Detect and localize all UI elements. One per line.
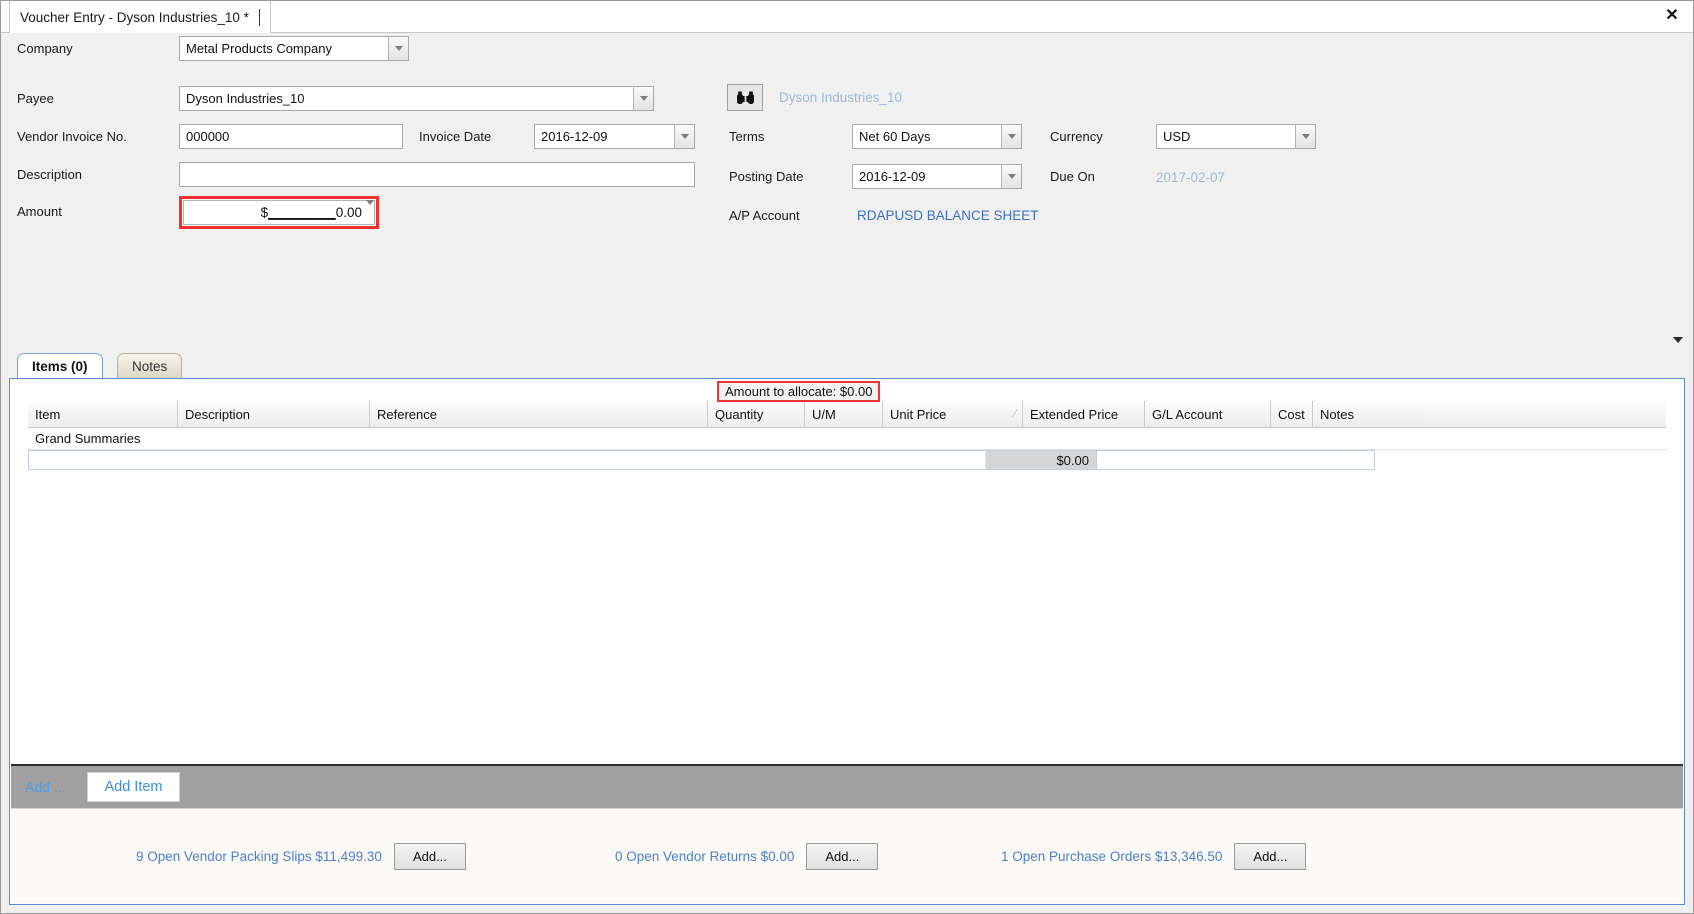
tab-items-label: Items (0) bbox=[32, 358, 88, 374]
title-bar: Voucher Entry - Dyson Industries_10 * ✕ bbox=[1, 1, 1693, 33]
terms-label: Terms bbox=[729, 129, 765, 144]
total-extended-price-cell: $0.00 bbox=[986, 451, 1097, 469]
sort-indicator-icon: ⁄ bbox=[1014, 408, 1016, 420]
payee-search-button[interactable] bbox=[727, 84, 763, 111]
due-on-value: 2017-02-07 bbox=[1156, 170, 1226, 185]
totals-blank-cell bbox=[29, 451, 986, 469]
column-header-reference[interactable]: Reference bbox=[370, 401, 708, 427]
terms-select[interactable]: Net 60 Days bbox=[852, 124, 1022, 149]
invoice-date-select[interactable]: 2016-12-09 bbox=[534, 124, 695, 149]
column-header-um[interactable]: U/M bbox=[805, 401, 883, 427]
header-form: Company Metal Products Company Payee Dys… bbox=[1, 33, 1693, 353]
column-header-notes[interactable]: Notes bbox=[1313, 401, 1423, 427]
payee-label: Payee bbox=[17, 91, 54, 106]
payee-lookup-name: Dyson Industries_10 bbox=[779, 90, 903, 105]
column-header-cost[interactable]: Cost bbox=[1271, 401, 1313, 427]
add-more-link[interactable]: Add ... bbox=[25, 779, 65, 795]
amount-field-highlight: $_________0.00 bbox=[179, 196, 379, 229]
company-label: Company bbox=[17, 41, 73, 56]
tab-notes-label: Notes bbox=[132, 358, 168, 374]
section-tabs: Items (0) Notes bbox=[9, 353, 1685, 378]
document-tab[interactable]: Voucher Entry - Dyson Industries_10 * bbox=[9, 1, 271, 33]
column-header-extended-price[interactable]: Extended Price bbox=[1023, 401, 1145, 427]
chevron-down-icon[interactable] bbox=[1001, 125, 1021, 148]
terms-value: Net 60 Days bbox=[859, 129, 931, 144]
column-header-description[interactable]: Description bbox=[178, 401, 370, 427]
open-documents-status-bar: 9 Open Vendor Packing Slips $11,499.30 A… bbox=[11, 808, 1683, 903]
payee-select[interactable]: Dyson Industries_10 bbox=[179, 86, 654, 111]
invoice-date-label: Invoice Date bbox=[419, 129, 492, 144]
add-toolbar: Add ... Add Item bbox=[11, 764, 1683, 808]
vendor-invoice-label: Vendor Invoice No. bbox=[17, 129, 127, 144]
document-tab-label: Voucher Entry - Dyson Industries_10 * bbox=[20, 9, 249, 25]
invoice-date-value: 2016-12-09 bbox=[541, 129, 608, 144]
ap-account-label: A/P Account bbox=[729, 208, 800, 223]
grid-totals-row: $0.00 bbox=[28, 450, 1375, 470]
currency-label: Currency bbox=[1050, 129, 1103, 144]
open-vendor-packing-slips-link[interactable]: 9 Open Vendor Packing Slips $11,499.30 bbox=[136, 849, 382, 864]
description-input[interactable] bbox=[179, 162, 695, 187]
add-item-button[interactable]: Add Item bbox=[87, 772, 180, 802]
currency-value: USD bbox=[1163, 129, 1191, 144]
totals-trailing-cell bbox=[1097, 451, 1374, 469]
posting-date-value: 2016-12-09 bbox=[859, 169, 926, 184]
voucher-entry-window: Voucher Entry - Dyson Industries_10 * ✕ … bbox=[0, 0, 1694, 914]
add-vendor-return-button[interactable]: Add... bbox=[806, 842, 879, 870]
vendor-invoice-input[interactable]: 000000 bbox=[179, 124, 403, 149]
tab-items[interactable]: Items (0) bbox=[17, 353, 103, 378]
items-grid-panel: Amount to allocate: $0.00 Item Descripti… bbox=[9, 378, 1685, 905]
payee-value: Dyson Industries_10 bbox=[186, 91, 305, 106]
company-value: Metal Products Company bbox=[186, 41, 332, 56]
description-label: Description bbox=[17, 167, 83, 182]
scroll-down-button[interactable] bbox=[1671, 333, 1685, 347]
currency-select[interactable]: USD bbox=[1156, 124, 1316, 149]
chevron-down-icon[interactable] bbox=[1295, 125, 1315, 148]
column-header-quantity[interactable]: Quantity bbox=[708, 401, 805, 427]
chevron-down-icon[interactable] bbox=[633, 87, 653, 110]
posting-date-label: Posting Date bbox=[729, 169, 804, 184]
grand-summaries-label: Grand Summaries bbox=[35, 431, 141, 446]
open-purchase-orders-link[interactable]: 1 Open Purchase Orders $13,346.50 bbox=[1001, 849, 1222, 864]
close-icon[interactable]: ✕ bbox=[1661, 5, 1683, 27]
add-purchase-order-button[interactable]: Add... bbox=[1234, 842, 1307, 870]
open-purchase-orders-group: 1 Open Purchase Orders $13,346.50 Add... bbox=[1001, 842, 1307, 870]
column-header-unit-price[interactable]: Unit Price ⁄ bbox=[883, 401, 1023, 427]
open-vendor-returns-link[interactable]: 0 Open Vendor Returns $0.00 bbox=[615, 849, 794, 864]
open-vendor-packing-slips-group: 9 Open Vendor Packing Slips $11,499.30 A… bbox=[136, 842, 466, 870]
column-header-item[interactable]: Item bbox=[28, 401, 178, 427]
ap-account-link[interactable]: RDAPUSD BALANCE SHEET bbox=[857, 208, 1039, 223]
chevron-down-icon[interactable] bbox=[674, 125, 694, 148]
company-select[interactable]: Metal Products Company bbox=[179, 36, 409, 61]
chevron-down-icon[interactable] bbox=[388, 37, 408, 60]
posting-date-select[interactable]: 2016-12-09 bbox=[852, 164, 1022, 189]
amount-label: Amount bbox=[17, 204, 62, 219]
text-caret bbox=[258, 8, 260, 26]
due-on-label: Due On bbox=[1050, 169, 1095, 184]
column-header-gl-account[interactable]: G/L Account bbox=[1145, 401, 1271, 427]
amount-spinner[interactable]: $_________0.00 bbox=[183, 200, 375, 225]
open-vendor-returns-group: 0 Open Vendor Returns $0.00 Add... bbox=[615, 842, 879, 870]
chevron-down-icon[interactable] bbox=[1001, 165, 1021, 188]
grand-summaries-row[interactable]: Grand Summaries bbox=[28, 428, 1666, 450]
binoculars-icon bbox=[736, 91, 754, 104]
amount-value: $_________0.00 bbox=[260, 205, 362, 220]
tab-notes[interactable]: Notes bbox=[117, 353, 183, 378]
amount-to-allocate-badge: Amount to allocate: $0.00 bbox=[717, 381, 881, 402]
add-packing-slip-button[interactable]: Add... bbox=[393, 842, 466, 870]
chevron-down-icon[interactable] bbox=[366, 200, 374, 220]
grid-header-row: Item Description Reference Quantity U/M … bbox=[28, 401, 1666, 428]
